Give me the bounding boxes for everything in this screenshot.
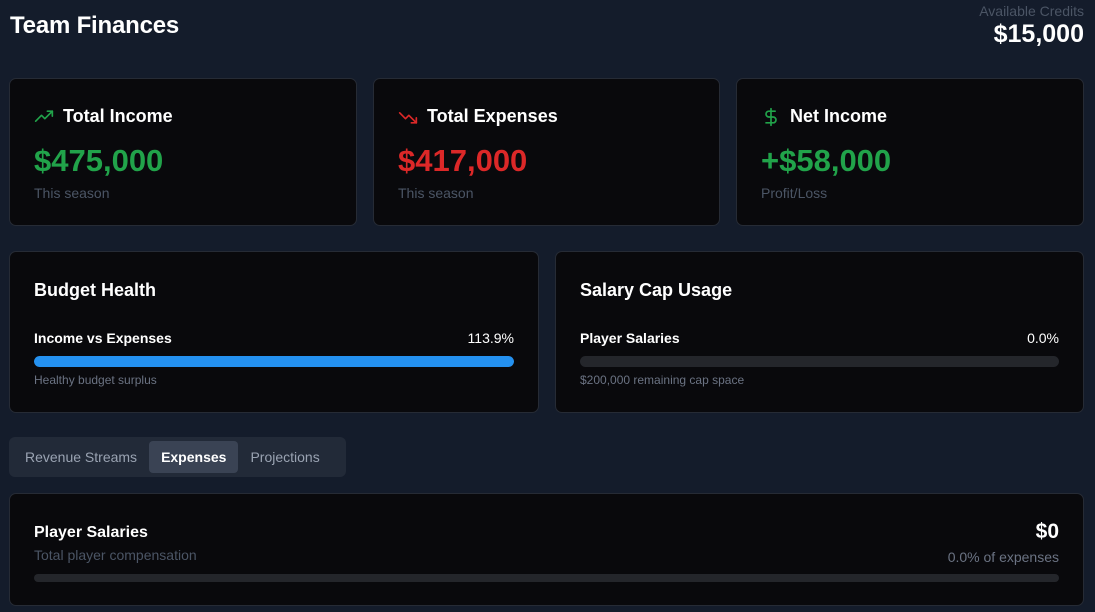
budget-health-card: Budget Health Income vs Expenses 113.9% … (9, 251, 539, 413)
credits-label: Available Credits (979, 3, 1084, 19)
trending-up-icon (34, 109, 54, 122)
net-income-value: +$58,000 (761, 143, 892, 178)
credits-display: Available Credits $15,000 (979, 3, 1084, 49)
net-income-title: Net Income (790, 106, 888, 126)
salary-cap-progress (580, 356, 1059, 367)
tab-projections[interactable]: Projections (238, 441, 331, 473)
finance-tabs: Revenue Streams Expenses Projections (9, 437, 346, 477)
total-income-title: Total Income (63, 106, 173, 126)
dollar-icon (765, 107, 777, 126)
total-expenses-value: $417,000 (398, 143, 528, 178)
tab-expenses[interactable]: Expenses (149, 441, 239, 473)
expense-item-percent: 0.0% of expenses (947, 549, 1059, 565)
trending-down-icon (398, 111, 418, 124)
total-income-card: Total Income $475,000 This season (9, 78, 357, 226)
player-salaries-label: Player Salaries (580, 330, 680, 346)
total-income-subtitle: This season (34, 185, 110, 201)
page-title: Team Finances (10, 12, 180, 39)
total-expenses-card: Total Expenses $417,000 This season (373, 78, 720, 226)
income-vs-expenses-percent: 113.9% (467, 330, 514, 346)
salary-cap-note: $200,000 remaining cap space (580, 373, 745, 387)
net-income-subtitle: Profit/Loss (761, 185, 828, 201)
expense-item-progress (34, 574, 1059, 582)
player-salaries-percent: 0.0% (1027, 330, 1059, 346)
tab-revenue-streams[interactable]: Revenue Streams (13, 441, 149, 473)
salary-cap-title: Salary Cap Usage (580, 280, 733, 300)
income-vs-expenses-progress (34, 356, 514, 367)
net-income-card: Net Income +$58,000 Profit/Loss (736, 78, 1084, 226)
expense-item-amount: $0 (1035, 520, 1059, 543)
total-expenses-subtitle: This season (398, 185, 474, 201)
credits-value: $15,000 (993, 20, 1084, 48)
income-vs-expenses-progress-fill (34, 356, 514, 367)
expense-item-subtitle: Total player compensation (34, 547, 197, 563)
budget-health-title: Budget Health (34, 280, 157, 300)
total-income-value: $475,000 (34, 143, 164, 178)
total-expenses-title: Total Expenses (427, 106, 558, 126)
income-vs-expenses-label: Income vs Expenses (34, 330, 172, 346)
budget-health-note: Healthy budget surplus (34, 373, 157, 387)
salary-cap-card: Salary Cap Usage Player Salaries 0.0% $2… (555, 251, 1084, 413)
expense-item-title: Player Salaries (34, 524, 148, 541)
player-salaries-expense-card: Player Salaries Total player compensatio… (9, 493, 1084, 606)
